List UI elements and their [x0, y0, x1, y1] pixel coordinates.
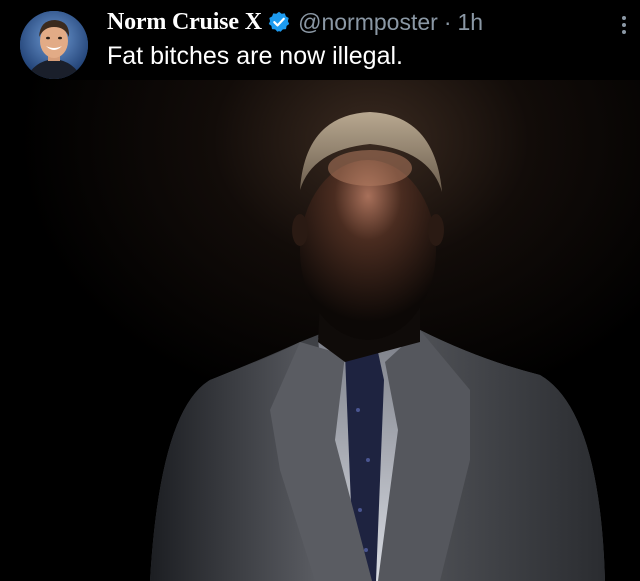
verified-badge-icon — [268, 11, 290, 33]
timestamp[interactable]: 1h — [457, 9, 483, 36]
tweet-text: Fat bitches are now illegal. — [107, 42, 403, 70]
display-name-suffix: X — [244, 8, 263, 35]
user-handle[interactable]: @normposter — [298, 9, 438, 36]
more-options-icon[interactable] — [620, 14, 628, 36]
tweet-header: Norm Cruise X @normposter · 1h — [107, 6, 483, 38]
avatar-image — [20, 11, 88, 79]
display-name[interactable]: Norm Cruise — [107, 9, 239, 36]
photo-portrait-in-shadow — [0, 80, 640, 581]
tweet-media-image[interactable] — [0, 80, 640, 581]
avatar[interactable] — [20, 11, 88, 79]
separator-dot: · — [443, 8, 452, 35]
tweet-card: Norm Cruise X @normposter · 1h Fat bitch… — [0, 0, 640, 581]
